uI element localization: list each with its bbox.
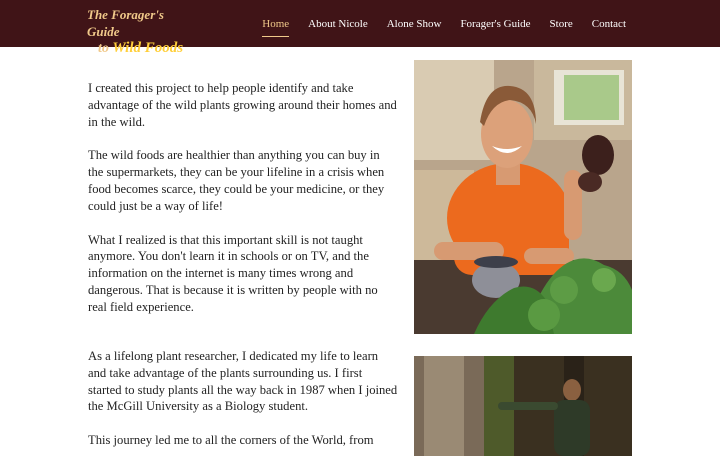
logo-line-1: The Forager's Guide [87,7,164,39]
research-paragraph-2: This journey led me to all the corners o… [88,433,374,448]
logo-line-2-emphasis: Wild Foods [112,40,184,56]
site-logo[interactable]: The Forager's Guide to Wild Foods [87,6,197,56]
nav-contact[interactable]: Contact [592,18,626,30]
logo-line-2-prefix: to [98,41,113,56]
main-nav: Home About Nicole Alone Show Forager's G… [243,0,626,47]
nav-foragers-guide[interactable]: Forager's Guide [460,18,530,30]
forest-photo [414,356,632,456]
nav-store[interactable]: Store [550,18,573,30]
nav-about-nicole[interactable]: About Nicole [308,18,368,30]
intro-paragraph-3: What I realized is that this important s… [88,232,378,314]
intro-paragraph-2: The wild foods are healthier than anythi… [88,148,385,213]
nav-home[interactable]: Home [262,18,289,37]
nav-alone-show[interactable]: Alone Show [387,18,442,30]
research-section-text: As a lifelong plant researcher, I dedica… [88,348,398,466]
kitchen-portrait-photo [414,60,632,334]
top-navigation-bar: The Forager's Guide to Wild Foods Home A… [0,0,720,56]
intro-paragraph-1: I created this project to help people id… [88,81,397,129]
logo-line-2: to Wild Foods [87,40,197,57]
intro-section-text: I created this project to help people id… [88,80,398,333]
research-paragraph-1: As a lifelong plant researcher, I dedica… [88,349,398,414]
